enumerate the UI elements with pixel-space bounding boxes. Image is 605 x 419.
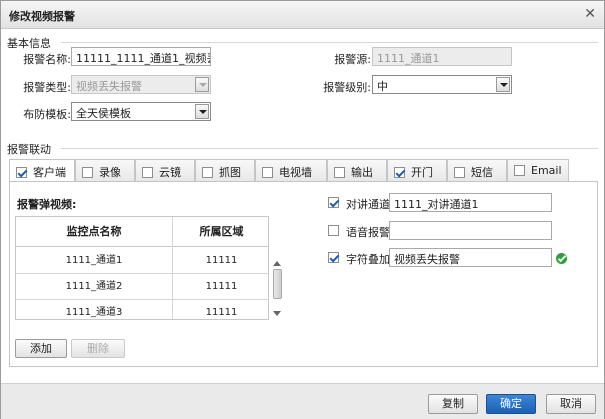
char-overlay-label: 字符叠加: (346, 253, 394, 266)
checkbox[interactable] (514, 165, 525, 176)
tab-label: 录像 (99, 166, 121, 179)
tab-label: 输出 (351, 166, 373, 179)
basic-info-label: 基本信息 (7, 37, 51, 50)
alarm-level-value: 中 (377, 80, 388, 93)
cell-name: 1111_通道1 (65, 255, 123, 266)
alarm-source-input: 1111_通道1 (372, 47, 512, 66)
copy-button[interactable]: 复制 (428, 394, 478, 414)
chevron-down-icon[interactable] (195, 104, 209, 119)
table-row[interactable]: 1111_通道1 11111 (16, 248, 268, 274)
voice-alarm-input[interactable] (389, 221, 552, 240)
intercom-input[interactable]: 1111_对讲通道1 (389, 193, 552, 212)
divider (61, 42, 598, 43)
chevron-down-icon (195, 77, 209, 92)
title-bar[interactable]: 修改视频报警 ✕ (1, 1, 604, 29)
close-icon[interactable]: ✕ (584, 6, 596, 22)
chevron-down-icon[interactable] (496, 77, 510, 92)
check-circle-icon (556, 253, 567, 264)
column-header-name: 监控点名称 (16, 217, 172, 247)
alarm-level-label: 报警级别: (323, 81, 371, 94)
checkbox[interactable] (334, 167, 345, 178)
alarm-name-input[interactable]: 11111_1111_通道1_视频丢失报警 (71, 47, 211, 66)
alarm-linkage-label: 报警联动 (7, 143, 51, 156)
cell-area: 11111 (205, 255, 238, 266)
voice-alarm-checkbox[interactable] (328, 225, 339, 236)
tab-email[interactable]: Email (507, 159, 569, 181)
add-button[interactable]: 添加 (15, 339, 67, 358)
table-row[interactable]: 1111_通道3 11111 (16, 300, 268, 319)
camera-table: 监控点名称 所属区域 1111_通道1 11111 1111_通道2 11111… (15, 216, 269, 320)
confirm-button[interactable]: 确定 (486, 394, 536, 414)
tab-client[interactable]: 客户端 (9, 159, 75, 182)
char-overlay-checkbox[interactable] (328, 252, 339, 263)
table-scrollbar[interactable] (273, 261, 282, 321)
tab-label: 短信 (471, 166, 493, 179)
tab-output[interactable]: 输出 (327, 159, 387, 181)
tab-recording[interactable]: 录像 (75, 159, 135, 181)
alarm-type-select: 视频丢失报警 (71, 75, 211, 94)
alarm-type-value: 视频丢失报警 (76, 80, 142, 93)
table-row[interactable]: 1111_通道2 11111 (16, 274, 268, 300)
alarm-type-label: 报警类型: (23, 81, 71, 94)
popup-video-label: 报警弹视频: (17, 198, 77, 211)
tab-capture[interactable]: 抓图 (195, 159, 255, 181)
checkbox[interactable] (262, 167, 273, 178)
intercom-checkbox[interactable] (328, 197, 339, 208)
schedule-label: 布防模板: (23, 108, 71, 121)
schedule-select[interactable]: 全天侯模板 (71, 102, 211, 121)
scroll-up-icon[interactable] (273, 261, 281, 266)
divider (61, 148, 598, 149)
cell-area: 11111 (205, 307, 238, 318)
intercom-label: 对讲通道: (346, 198, 394, 211)
schedule-value: 全天侯模板 (76, 107, 131, 120)
cell-name: 1111_通道2 (65, 281, 123, 292)
tab-label: 抓图 (219, 166, 241, 179)
alarm-level-select[interactable]: 中 (372, 75, 512, 94)
checkbox[interactable] (394, 167, 405, 178)
delete-button: 删除 (71, 339, 125, 358)
scrollbar-thumb[interactable] (273, 269, 282, 299)
cell-name: 1111_通道3 (65, 307, 123, 318)
tab-ptz[interactable]: 云镜 (135, 159, 195, 181)
tab-sms[interactable]: 短信 (447, 159, 507, 181)
checkbox[interactable] (142, 167, 153, 178)
modify-video-alarm-dialog: 修改视频报警 ✕ 基本信息 报警名称: 11111_1111_通道1_视频丢失报… (0, 0, 605, 419)
cancel-button[interactable]: 取消 (546, 394, 596, 414)
cell-area: 11111 (205, 281, 238, 292)
checkbox[interactable] (202, 167, 213, 178)
dialog-title: 修改视频报警 (9, 10, 75, 23)
voice-alarm-label: 语音报警: (346, 226, 394, 239)
char-overlay-input[interactable]: 视频丢失报警 (389, 248, 552, 267)
checkbox[interactable] (82, 167, 93, 178)
tab-label: Email (531, 164, 562, 177)
tab-tv-wall[interactable]: 电视墙 (255, 159, 327, 181)
alarm-source-label: 报警源: (334, 53, 371, 66)
scroll-down-icon[interactable] (273, 311, 281, 316)
checkbox[interactable] (16, 167, 27, 178)
tab-label: 开门 (411, 166, 433, 179)
checkbox[interactable] (454, 167, 465, 178)
column-header-area: 所属区域 (173, 217, 268, 247)
tab-door-open[interactable]: 开门 (387, 159, 447, 181)
tab-label: 电视墙 (279, 166, 312, 179)
alarm-name-label: 报警名称: (23, 53, 71, 66)
tab-label: 云镜 (159, 166, 181, 179)
tab-label: 客户端 (33, 166, 66, 179)
